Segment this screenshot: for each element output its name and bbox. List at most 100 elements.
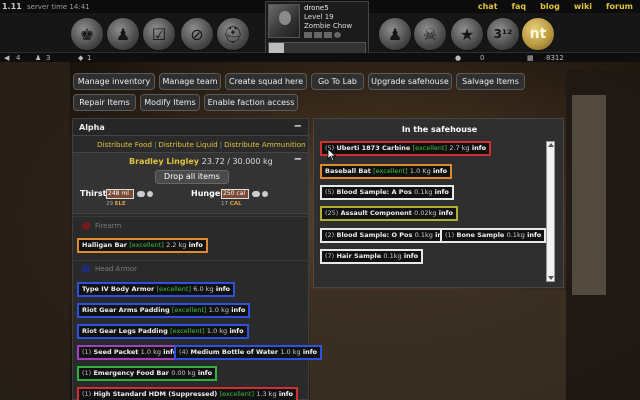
create-squad-button[interactable]: Create squad here	[225, 73, 307, 90]
status-icon	[304, 32, 312, 38]
inventory-item[interactable]: Halligan Bar [excellent] 2.2 kg info	[77, 238, 208, 253]
version-label: 1.11	[2, 2, 22, 11]
head-armor-slot-label: Head Armor	[95, 265, 138, 273]
member-name[interactable]: Bradley Lingley	[129, 157, 199, 166]
item-info-link[interactable]: info	[279, 390, 293, 398]
inventory-item[interactable]: (1) Emergency Food Bar 0.00 kg info	[77, 366, 218, 381]
item-name: Type IV Body Armor	[82, 285, 155, 293]
inventory-item[interactable]: (1) Seed Packet 1.0 kg info	[77, 345, 183, 360]
distribute-liquid-link[interactable]: Distribute Liquid	[158, 140, 217, 149]
safehouse-item[interactable]: (25) Assault Component 0.02kg info	[320, 206, 458, 221]
group-icon[interactable]: ♟	[106, 17, 140, 51]
item-info-link[interactable]: info	[189, 241, 203, 249]
hunger-label: Hunger	[191, 189, 225, 198]
item-info-link[interactable]: info	[198, 369, 212, 377]
enable-faction-access-button[interactable]: Enable faction access	[204, 94, 298, 111]
member-collapse-button[interactable]: −	[294, 154, 302, 165]
link-forum[interactable]: forum	[606, 2, 633, 11]
star-icon[interactable]: ★	[450, 17, 484, 51]
house-icon[interactable]	[262, 191, 268, 197]
scrollbar[interactable]	[546, 141, 555, 282]
item-info-link[interactable]: info	[303, 348, 317, 356]
manage-inventory-button[interactable]: Manage inventory	[73, 73, 155, 90]
link-blog[interactable]: blog	[540, 2, 560, 11]
inventory-item[interactable]: (4) Medium Bottle of Water 1.0 kg info	[174, 345, 323, 360]
link-chat[interactable]: chat	[478, 2, 498, 11]
item-info-link[interactable]: info	[439, 209, 453, 217]
avatar[interactable]	[268, 4, 300, 38]
zombie-icon[interactable]: ♟	[378, 17, 412, 51]
item-info-link[interactable]: info	[472, 144, 486, 152]
player-class: Zombie Chow	[304, 22, 353, 30]
inventory-item[interactable]: (1) High Standard HDM (Suppressed) [exce…	[77, 387, 298, 400]
item-info-link[interactable]: info	[433, 167, 447, 175]
inventory-item[interactable]: Riot Gear Arms Padding [excellent] 1.0 k…	[77, 303, 251, 318]
scroll-up-icon[interactable]	[548, 143, 554, 147]
rank-icon[interactable]: 3¹²	[486, 17, 520, 51]
item-quantity: (4)	[179, 348, 189, 356]
item-quantity: (5)	[325, 188, 335, 196]
backpack-icon[interactable]: ♚	[70, 17, 104, 51]
nt-logo-icon[interactable]: nt	[521, 17, 555, 51]
house-icon[interactable]	[147, 191, 153, 197]
safehouse-item[interactable]: (5) Blood Sample: A Pos 0.1kg info	[320, 185, 454, 200]
item-weight: 0.1kg	[414, 231, 433, 239]
modify-items-button[interactable]: Modify Items	[140, 94, 200, 111]
eat-icon[interactable]	[252, 191, 260, 197]
safehouse-item[interactable]: (7) Hair Sample 0.1kg info	[320, 249, 424, 264]
manage-team-button[interactable]: Manage team	[159, 73, 221, 90]
no-dog-icon[interactable]: ⊘	[180, 17, 214, 51]
cart-icon[interactable]: ⛑	[216, 17, 250, 51]
stat-value: 8312	[546, 54, 564, 62]
link-wiki[interactable]: wiki	[574, 2, 592, 11]
collapse-button[interactable]: −	[294, 121, 302, 132]
item-name: High Standard HDM (Suppressed)	[93, 390, 218, 398]
upgrade-safehouse-button[interactable]: Upgrade safehouse	[368, 73, 452, 90]
player-name: drone5	[304, 4, 329, 12]
item-condition: [excellent]	[170, 327, 205, 335]
hunger-sub-num: 17	[221, 201, 228, 207]
item-name: Medium Bottle of Water	[190, 348, 279, 356]
salvage-items-button[interactable]: Salvage Items	[456, 73, 525, 90]
stat-value: 0	[480, 54, 485, 62]
safehouse-title: In the safehouse	[401, 125, 478, 134]
skull-icon[interactable]: ☠	[413, 17, 447, 51]
scroll-down-icon[interactable]	[548, 276, 554, 280]
go-to-lab-button[interactable]: Go To Lab	[311, 73, 364, 90]
item-info-link[interactable]: info	[231, 306, 245, 314]
item-info-link[interactable]: info	[435, 188, 449, 196]
status-icon	[324, 32, 332, 38]
inventory-item[interactable]: Type IV Body Armor [excellent] 6.0 kg in…	[77, 282, 235, 297]
inventory-item[interactable]: Riot Gear Legs Padding [excellent] 1.0 k…	[77, 324, 249, 339]
item-name: Blood Sample: O Pos	[336, 231, 413, 239]
item-quantity: (2)	[325, 231, 335, 239]
item-info-link[interactable]: info	[229, 327, 243, 335]
distribute-food-link[interactable]: Distribute Food	[97, 140, 152, 149]
distribute-ammunition-link[interactable]: Distribute Ammunition	[224, 140, 305, 149]
head-armor-slot-icon	[82, 265, 90, 273]
item-condition: [excellent]	[412, 144, 448, 152]
stat-value: 3	[46, 54, 51, 62]
safehouse-item[interactable]: (5) Uberti 1873 Carbine [excellent] 2.7 …	[320, 141, 492, 156]
drink-icon[interactable]	[137, 191, 145, 197]
hunger-sub: 17 CAL	[221, 201, 242, 207]
power-icon[interactable]	[334, 32, 341, 38]
item-info-link[interactable]: info	[216, 285, 230, 293]
item-quantity: (7)	[325, 252, 335, 260]
safehouse-item[interactable]: (2) Blood Sample: O Pos 0.1kg info	[320, 228, 455, 243]
stat-value: 4	[16, 54, 21, 62]
checklist-icon[interactable]: ☑	[142, 17, 176, 51]
arrow-left-icon[interactable]: ◀	[4, 54, 9, 62]
safehouse-item[interactable]: (1) Bone Sample 0.1kg info	[440, 228, 547, 243]
item-name: Assault Component	[340, 209, 412, 217]
divider	[73, 216, 308, 217]
link-faq[interactable]: faq	[512, 2, 527, 11]
item-info-link[interactable]: info	[527, 231, 541, 239]
status-icons	[304, 32, 341, 38]
item-info-link[interactable]: info	[404, 252, 418, 260]
player-profile[interactable]: drone5 Level 19 Zombie Chow	[265, 1, 369, 57]
repair-items-button[interactable]: Repair Items	[73, 94, 136, 111]
member-weight: 23.72 / 30.000 kg	[201, 157, 273, 166]
safehouse-item[interactable]: Baseball Bat [excellent] 1.0 Kg info	[320, 164, 453, 179]
drop-all-items-button[interactable]: Drop all items	[155, 170, 229, 184]
